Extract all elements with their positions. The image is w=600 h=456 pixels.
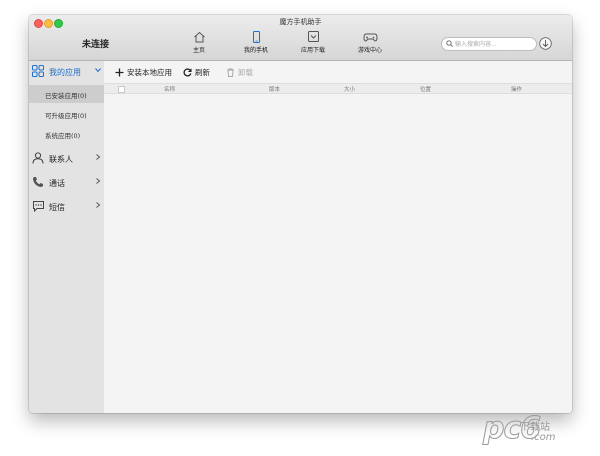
title-bar: 魔方手机助手 未连接 主页 我的手机 应用下载 游戏中心 输入搜索内容... <box>29 15 572 61</box>
uninstall-label: 卸载 <box>238 68 253 77</box>
sidebar-item-label: 联系人 <box>49 155 73 164</box>
main-content: 安装本地应用 刷新 卸载 名称 版本 大小 位置 操作 <box>104 61 572 413</box>
tab-my-phone-label: 我的手机 <box>243 47 268 54</box>
phone-call-icon <box>33 177 43 187</box>
plus-icon <box>115 68 124 77</box>
search-input[interactable] <box>455 38 531 50</box>
tab-home[interactable]: 主页 <box>179 31 219 54</box>
apps-grid-icon <box>32 65 44 77</box>
chevron-right-icon <box>96 202 101 208</box>
sidebar-item-label: 通话 <box>49 179 65 188</box>
tab-app-download[interactable]: 应用下载 <box>293 31 333 54</box>
message-icon <box>33 201 44 212</box>
sidebar-item-contacts[interactable]: 联系人 <box>29 148 104 168</box>
table-header: 名称 版本 大小 位置 操作 <box>104 83 572 94</box>
connection-status: 未连接 <box>82 40 110 50</box>
install-local-app-label: 安装本地应用 <box>127 68 172 77</box>
sidebar-item-label: 我的应用 <box>49 68 81 77</box>
subitem-label: 已安装应用(0) <box>45 92 87 100</box>
sidebar-subitem-installed[interactable]: 已安装应用(0) <box>29 85 104 103</box>
sidebar-item-my-apps[interactable]: 我的应用 <box>29 61 104 81</box>
app-window: 魔方手机助手 未连接 主页 我的手机 应用下载 游戏中心 输入搜索内容... 我… <box>29 15 572 413</box>
sidebar-item-label: 短信 <box>49 203 65 212</box>
tab-game-center-label: 游戏中心 <box>357 47 382 54</box>
select-all-checkbox[interactable] <box>118 86 125 93</box>
sidebar: 我的应用 已安装应用(0) 可升级应用(0) 系统应用(0) 联系人 通话 短信 <box>29 61 104 413</box>
column-header-actions[interactable]: 操作 <box>511 85 522 93</box>
refresh-icon <box>183 68 192 77</box>
phone-icon <box>252 31 260 43</box>
subitem-label: 可升级应用(0) <box>45 112 87 120</box>
sidebar-item-sms[interactable]: 短信 <box>29 196 104 216</box>
column-header-name[interactable]: 名称 <box>164 85 175 93</box>
sidebar-item-calls[interactable]: 通话 <box>29 172 104 192</box>
window-title: 魔方手机助手 <box>279 18 322 26</box>
download-manager-icon[interactable] <box>539 37 552 50</box>
chevron-right-icon <box>96 178 101 184</box>
column-header-version[interactable]: 版本 <box>269 85 280 93</box>
subitem-label: 系统应用(0) <box>45 132 81 140</box>
tab-my-phone[interactable]: 我的手机 <box>236 31 276 54</box>
tab-home-label: 主页 <box>192 47 205 54</box>
tab-app-download-label: 应用下载 <box>300 47 325 54</box>
search-box[interactable] <box>441 37 537 51</box>
trash-icon <box>227 68 234 77</box>
sidebar-subitem-upgradable[interactable]: 可升级应用(0) <box>29 105 104 123</box>
home-icon <box>193 31 205 43</box>
refresh-label: 刷新 <box>195 68 210 77</box>
watermark-text-top: 下载站 <box>520 422 550 433</box>
person-icon <box>32 152 44 164</box>
watermark: pc6 下载站 .com <box>482 407 593 447</box>
download-box-icon <box>307 31 319 42</box>
watermark-text-bottom: .com <box>531 432 556 443</box>
toolbar: 安装本地应用 刷新 卸载 <box>104 61 572 83</box>
column-header-size[interactable]: 大小 <box>344 85 355 93</box>
tab-game-center[interactable]: 游戏中心 <box>350 31 390 54</box>
chevron-right-icon <box>96 154 101 160</box>
column-header-location[interactable]: 位置 <box>420 85 431 93</box>
sidebar-subitem-system[interactable]: 系统应用(0) <box>29 125 104 143</box>
search-icon <box>446 40 453 47</box>
gamepad-icon <box>362 33 378 42</box>
chevron-down-icon <box>95 68 101 73</box>
